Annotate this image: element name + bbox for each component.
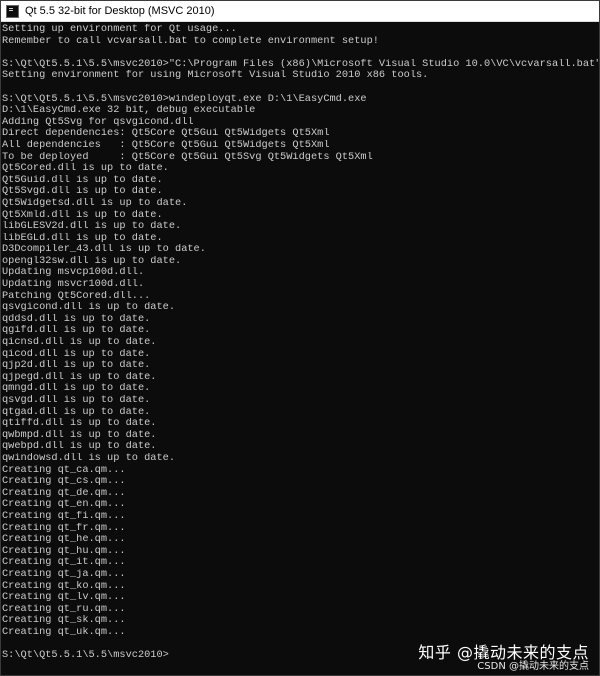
console-line: Creating qt_en.qm...	[2, 499, 126, 511]
console-line: Creating qt_cs.qm...	[2, 476, 126, 488]
console-line: qddsd.dll is up to date.	[2, 313, 151, 325]
console-line: S:\Qt\Qt5.5.1\5.5\msvc2010>windeployqt.e…	[2, 93, 367, 105]
console-line: Creating qt_de.qm...	[2, 487, 126, 499]
console-line: qgifd.dll is up to date.	[2, 325, 151, 337]
console-line: qwbmpd.dll is up to date.	[2, 429, 157, 441]
csdn-watermark: CSDN @撬动未来的支点	[477, 661, 589, 672]
console-line: qtgad.dll is up to date.	[2, 406, 151, 418]
console-line: qjp2d.dll is up to date.	[2, 360, 151, 372]
console-line: qwindowsd.dll is up to date.	[2, 452, 176, 464]
console-line: libEGLd.dll is up to date.	[2, 232, 163, 244]
console-line: Updating msvcr100d.dll.	[2, 279, 145, 291]
console-line: Direct dependencies: Qt5Core Qt5Gui Qt5W…	[2, 128, 330, 140]
console-line: Creating qt_fr.qm...	[2, 522, 126, 534]
console-line: Updating msvcp100d.dll.	[2, 267, 145, 279]
console-line: qsvgicond.dll is up to date.	[2, 302, 176, 314]
console-line: opengl32sw.dll is up to date.	[2, 255, 182, 267]
console-line: Creating qt_it.qm...	[2, 557, 126, 569]
console-line: D:\1\EasyCmd.exe 32 bit, debug executabl…	[2, 105, 256, 117]
console-line: Creating qt_sk.qm...	[2, 615, 126, 627]
console-line: Qt5Widgetsd.dll is up to date.	[2, 197, 188, 209]
console-line: qwebpd.dll is up to date.	[2, 441, 157, 453]
console-line: Setting up environment for Qt usage...	[2, 24, 237, 35]
console-line: qjpegd.dll is up to date.	[2, 371, 157, 383]
console-line: Creating qt_ca.qm...	[2, 464, 126, 476]
console-line: Remember to call vcvarsall.bat to comple…	[2, 35, 379, 47]
console-line: Creating qt_ru.qm...	[2, 603, 126, 615]
console-line: qicnsd.dll is up to date.	[2, 337, 157, 349]
console-line: Creating qt_ko.qm...	[2, 580, 126, 592]
console-line: All dependencies : Qt5Core Qt5Gui Qt5Wid…	[2, 139, 330, 151]
console-window: Qt 5.5 32-bit for Desktop (MSVC 2010) Se…	[0, 0, 600, 676]
title-bar[interactable]: Qt 5.5 32-bit for Desktop (MSVC 2010)	[1, 1, 599, 22]
console-line: qmngd.dll is up to date.	[2, 383, 151, 395]
console-line: qsvgd.dll is up to date.	[2, 395, 151, 406]
console-line: Creating qt_he.qm...	[2, 534, 126, 546]
console-output[interactable]: Setting up environment for Qt usage... Re…	[2, 24, 598, 674]
console-line: libGLESV2d.dll is up to date.	[2, 221, 182, 233]
console-icon	[6, 4, 19, 18]
console-line: Adding Qt5Svg for qsvgicond.dll	[2, 116, 194, 128]
console-line: Creating qt_lv.qm...	[2, 592, 126, 604]
window-title: Qt 5.5 32-bit for Desktop (MSVC 2010)	[25, 5, 215, 17]
console-line: qtiffd.dll is up to date.	[2, 418, 157, 430]
console-line: To be deployed : Qt5Core Qt5Gui Qt5Svg Q…	[2, 151, 373, 163]
console-line: Creating qt_ja.qm...	[2, 568, 126, 580]
console-line: S:\Qt\Qt5.5.1\5.5\msvc2010>"C:\Program F…	[2, 58, 598, 70]
console-line: Setting environment for using Microsoft …	[2, 70, 429, 82]
console-line: Qt5Xmld.dll is up to date.	[2, 209, 163, 221]
console-line: Qt5Guid.dll is up to date.	[2, 174, 163, 186]
console-line: Creating qt_uk.qm...	[2, 626, 126, 638]
console-line: D3Dcompiler_43.dll is up to date.	[2, 244, 206, 256]
console-line: Qt5Cored.dll is up to date.	[2, 163, 169, 175]
console-line: Qt5Svgd.dll is up to date.	[2, 186, 163, 198]
console-line: Creating qt_hu.qm...	[2, 545, 126, 557]
console-line: qicod.dll is up to date.	[2, 348, 151, 360]
console-line: Creating qt_fi.qm...	[2, 510, 126, 522]
console-line: Patching Qt5Cored.dll...	[2, 290, 151, 302]
